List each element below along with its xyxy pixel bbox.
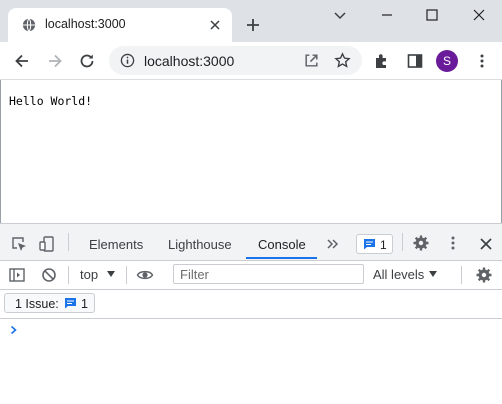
minimize-icon[interactable] bbox=[380, 8, 394, 22]
console-messages-badge[interactable]: 1 bbox=[356, 234, 393, 254]
tab-elements[interactable]: Elements bbox=[89, 237, 143, 252]
context-selector[interactable]: top bbox=[80, 267, 98, 282]
browser-toolbar: localhost:3000 S bbox=[0, 42, 502, 80]
device-toggle-icon[interactable] bbox=[38, 235, 56, 253]
menu-kebab-icon[interactable] bbox=[473, 52, 491, 70]
browser-tab[interactable]: localhost:3000 bbox=[8, 8, 232, 42]
filter-input[interactable] bbox=[173, 264, 364, 284]
side-panel-icon[interactable] bbox=[406, 52, 424, 70]
back-icon[interactable] bbox=[13, 52, 31, 70]
devtools-tab-bar: Elements Lighthouse Console 1 bbox=[0, 224, 502, 261]
active-tab-indicator bbox=[246, 257, 317, 259]
extensions-icon[interactable] bbox=[373, 52, 391, 70]
close-tab-icon[interactable] bbox=[208, 18, 222, 32]
message-icon bbox=[65, 298, 76, 309]
console-settings-gear-icon[interactable] bbox=[475, 266, 493, 284]
page-text: Hello World! bbox=[9, 94, 93, 108]
live-expression-eye-icon[interactable] bbox=[136, 266, 154, 284]
log-levels-dropdown[interactable]: All levels bbox=[373, 267, 424, 282]
profile-avatar[interactable]: S bbox=[436, 50, 458, 72]
share-icon[interactable] bbox=[303, 52, 320, 69]
sidebar-toggle-icon[interactable] bbox=[8, 266, 26, 284]
divider bbox=[461, 266, 462, 284]
url-text[interactable]: localhost:3000 bbox=[144, 53, 234, 69]
devtools-panel: Elements Lighthouse Console 1 top Filter… bbox=[0, 223, 502, 404]
issues-button[interactable]: 1 Issue: 1 bbox=[4, 293, 95, 313]
divider bbox=[402, 233, 403, 251]
dropdown-caret-icon bbox=[107, 271, 115, 277]
tab-title: localhost:3000 bbox=[45, 17, 126, 31]
issues-count: 1 bbox=[81, 297, 88, 311]
tab-search-icon[interactable] bbox=[333, 8, 347, 22]
close-window-icon[interactable] bbox=[472, 8, 486, 22]
divider bbox=[68, 233, 69, 251]
issues-label: 1 Issue: bbox=[15, 297, 59, 311]
inspect-element-icon[interactable] bbox=[10, 235, 28, 253]
issues-bar: 1 Issue: 1 bbox=[0, 290, 502, 319]
message-count: 1 bbox=[380, 238, 387, 252]
reload-icon[interactable] bbox=[78, 52, 96, 70]
message-icon bbox=[364, 239, 375, 250]
forward-icon[interactable] bbox=[46, 52, 64, 70]
close-devtools-icon[interactable] bbox=[477, 235, 495, 253]
divider bbox=[126, 266, 127, 284]
customize-kebab-icon[interactable] bbox=[444, 234, 462, 252]
settings-gear-icon[interactable] bbox=[412, 234, 430, 252]
page-viewport: Hello World! bbox=[0, 80, 502, 223]
bookmark-star-icon[interactable] bbox=[334, 52, 351, 69]
tab-console[interactable]: Console bbox=[258, 237, 306, 252]
tab-lighthouse[interactable]: Lighthouse bbox=[168, 237, 232, 252]
more-tabs-icon[interactable] bbox=[324, 235, 342, 253]
maximize-icon[interactable] bbox=[425, 8, 439, 22]
clear-console-icon[interactable] bbox=[40, 266, 58, 284]
title-bar: localhost:3000 bbox=[0, 0, 502, 42]
address-bar[interactable]: localhost:3000 bbox=[109, 46, 362, 75]
console-prompt-chevron-icon[interactable] bbox=[9, 325, 19, 335]
console-toolbar: top All levels bbox=[0, 261, 502, 290]
site-info-icon[interactable] bbox=[120, 53, 135, 68]
new-tab-icon[interactable] bbox=[245, 17, 261, 33]
dropdown-caret-icon bbox=[429, 271, 437, 277]
globe-icon bbox=[22, 18, 36, 32]
divider bbox=[68, 266, 69, 284]
